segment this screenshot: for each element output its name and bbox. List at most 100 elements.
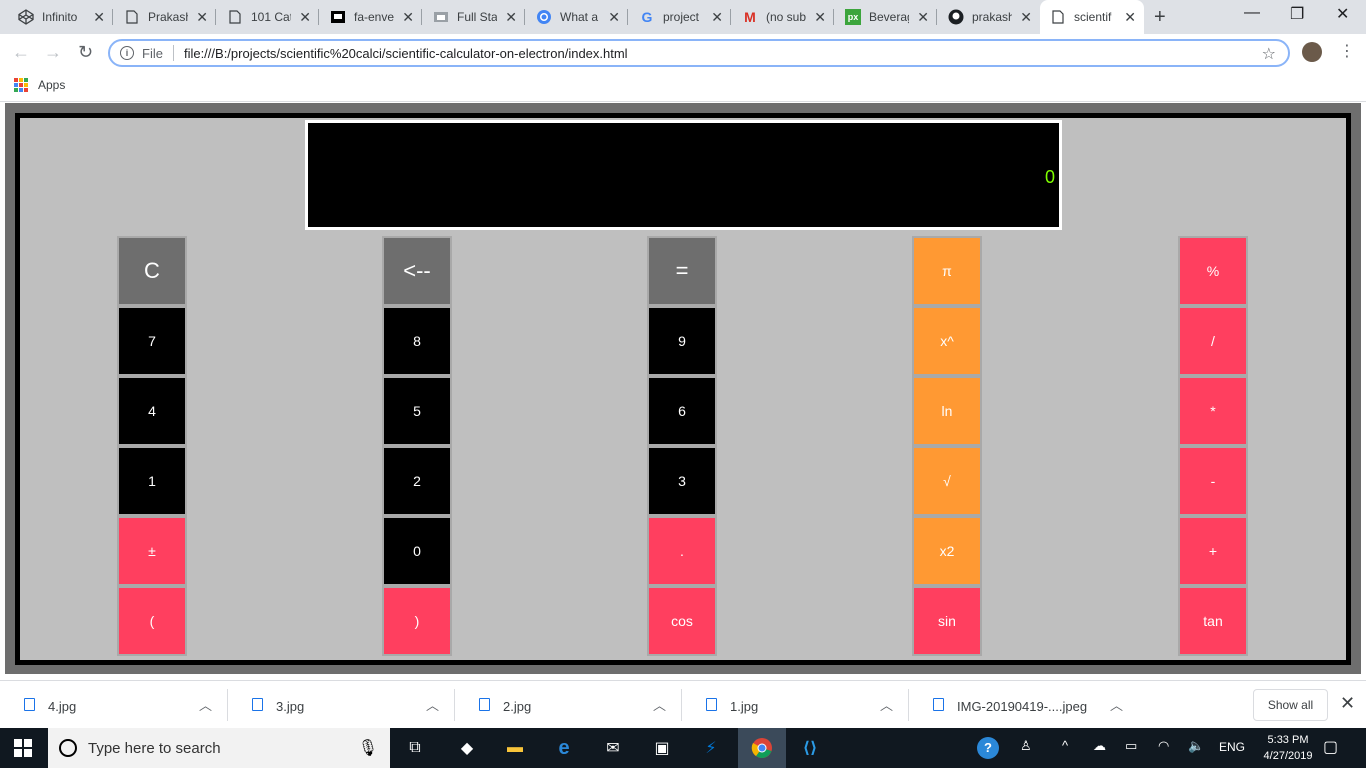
apps-grid-icon[interactable] (14, 78, 28, 92)
onedrive-cloud-icon[interactable]: ☁ (1093, 738, 1106, 754)
tab-101-cat[interactable]: 101 Cat ✕ (217, 0, 319, 34)
tab-infinito[interactable]: Infinito ✕ (8, 0, 113, 34)
chevron-up-icon[interactable]: ︿ (1110, 695, 1123, 714)
cos-button[interactable]: cos (647, 586, 717, 656)
close-icon[interactable]: ✕ (299, 9, 311, 26)
close-icon[interactable]: ✕ (814, 9, 826, 26)
vscode-icon[interactable]: ⟨⟩ (798, 736, 822, 760)
pi-button[interactable]: π (912, 236, 982, 306)
plus-button[interactable]: + (1178, 516, 1248, 586)
minimize-icon[interactable]: — (1244, 4, 1260, 22)
close-downloads-icon[interactable]: ✕ (1340, 693, 1355, 714)
tab-full-stack[interactable]: Full Sta ✕ (423, 0, 525, 34)
bookmark-star-icon[interactable]: ☆ (1262, 44, 1276, 64)
download-item[interactable]: IMG-20190419-....jpeg ︿ (909, 681, 1139, 729)
close-icon[interactable]: ✕ (402, 9, 414, 26)
close-icon[interactable]: ✕ (1020, 9, 1032, 26)
taskbar-search[interactable]: Type here to search 🎙 (48, 728, 390, 768)
digit-8-button[interactable]: 8 (382, 306, 452, 376)
new-tab-plus-icon[interactable]: + (1154, 6, 1166, 29)
mail-icon[interactable]: ✉ (601, 736, 625, 760)
tab-gmail[interactable]: M (no sub ✕ (732, 0, 834, 34)
tab-scientific-active[interactable]: scientif ✕ (1040, 0, 1144, 34)
restore-icon[interactable]: ❐ (1290, 4, 1304, 24)
edge-icon[interactable]: e (552, 736, 576, 760)
window-close-icon[interactable]: ✕ (1336, 4, 1349, 24)
close-icon[interactable]: ✕ (505, 9, 517, 26)
url-text[interactable]: file:///B:/projects/scientific%20calci/s… (184, 46, 628, 61)
sin-button[interactable]: sin (912, 586, 982, 656)
percent-button[interactable]: % (1178, 236, 1248, 306)
digit-6-button[interactable]: 6 (647, 376, 717, 446)
sqrt-button[interactable]: √ (912, 446, 982, 516)
back-arrow-icon[interactable]: ← (12, 42, 30, 63)
plus-minus-button[interactable]: ± (117, 516, 187, 586)
battery-icon[interactable]: ▭ (1125, 738, 1137, 754)
download-item[interactable]: 3.jpg ︿ (228, 681, 455, 729)
tan-button[interactable]: tan (1178, 586, 1248, 656)
right-paren-button[interactable]: ) (382, 586, 452, 656)
minus-button[interactable]: - (1178, 446, 1248, 516)
more-menu-icon[interactable]: ⋮ (1339, 41, 1355, 61)
chevron-up-icon[interactable]: ︿ (426, 695, 439, 714)
download-item[interactable]: 4.jpg ︿ (0, 681, 228, 729)
tab-fa-envelope[interactable]: fa-enve ✕ (320, 0, 422, 34)
language-indicator[interactable]: ENG (1219, 740, 1245, 754)
forward-arrow-icon[interactable]: → (44, 42, 62, 63)
digit-5-button[interactable]: 5 (382, 376, 452, 446)
download-item[interactable]: 1.jpg ︿ (682, 681, 909, 729)
reload-icon[interactable]: ↻ (78, 42, 93, 63)
decimal-point-button[interactable]: . (647, 516, 717, 586)
digit-0-button[interactable]: 0 (382, 516, 452, 586)
store-icon[interactable]: ▣ (650, 736, 674, 760)
chevron-up-icon[interactable]: ^ (1062, 738, 1068, 753)
address-bar[interactable]: i File file:///B:/projects/scientific%20… (108, 39, 1290, 67)
digit-3-button[interactable]: 3 (647, 446, 717, 516)
people-icon[interactable]: ♙ (1020, 738, 1032, 754)
digit-4-button[interactable]: 4 (117, 376, 187, 446)
file-explorer-icon[interactable]: ▬ (503, 736, 527, 760)
task-view-icon[interactable]: ⧉ (403, 736, 427, 760)
tab-beverage[interactable]: px Beverag ✕ (835, 0, 937, 34)
tab-github[interactable]: prakash ✕ (938, 0, 1040, 34)
notifications-icon[interactable]: ▢ (1323, 737, 1338, 757)
close-icon[interactable]: ✕ (93, 9, 105, 26)
help-icon[interactable]: ? (977, 737, 999, 759)
close-icon[interactable]: ✕ (917, 9, 929, 26)
digit-2-button[interactable]: 2 (382, 446, 452, 516)
backspace-button[interactable]: <-- (382, 236, 452, 306)
left-paren-button[interactable]: ( (117, 586, 187, 656)
close-icon[interactable]: ✕ (608, 9, 620, 26)
square-button[interactable]: x2 (912, 516, 982, 586)
avatar[interactable] (1302, 42, 1322, 62)
chevron-up-icon[interactable]: ︿ (653, 695, 666, 714)
multiply-button[interactable]: * (1178, 376, 1248, 446)
clock[interactable]: 5:33 PM 4/27/2019 (1258, 732, 1318, 764)
chrome-icon[interactable] (750, 736, 774, 760)
close-icon[interactable]: ✕ (711, 9, 723, 26)
dropbox-icon[interactable]: ◆ (455, 736, 479, 760)
app-icon[interactable]: ⚡ (699, 736, 723, 760)
digit-7-button[interactable]: 7 (117, 306, 187, 376)
show-all-button[interactable]: Show all (1253, 689, 1328, 721)
ln-button[interactable]: ln (912, 376, 982, 446)
power-button[interactable]: x^ (912, 306, 982, 376)
apps-link[interactable]: Apps (38, 78, 65, 92)
tab-prakash[interactable]: Prakash ✕ (114, 0, 216, 34)
download-item[interactable]: 2.jpg ︿ (455, 681, 682, 729)
divide-button[interactable]: / (1178, 306, 1248, 376)
tab-project[interactable]: G project ✕ (629, 0, 731, 34)
close-icon[interactable]: ✕ (196, 9, 208, 26)
equals-button[interactable]: = (647, 236, 717, 306)
tab-what-a[interactable]: What a ✕ (526, 0, 628, 34)
chevron-up-icon[interactable]: ︿ (880, 695, 893, 714)
wifi-icon[interactable]: ◠ (1158, 738, 1169, 754)
digit-9-button[interactable]: 9 (647, 306, 717, 376)
chevron-up-icon[interactable]: ︿ (199, 695, 212, 714)
close-icon[interactable]: ✕ (1124, 9, 1136, 26)
windows-start-icon[interactable] (14, 739, 32, 757)
volume-icon[interactable]: 🔈 (1188, 738, 1204, 754)
info-icon[interactable]: i (120, 46, 134, 60)
clear-button[interactable]: C (117, 236, 187, 306)
digit-1-button[interactable]: 1 (117, 446, 187, 516)
